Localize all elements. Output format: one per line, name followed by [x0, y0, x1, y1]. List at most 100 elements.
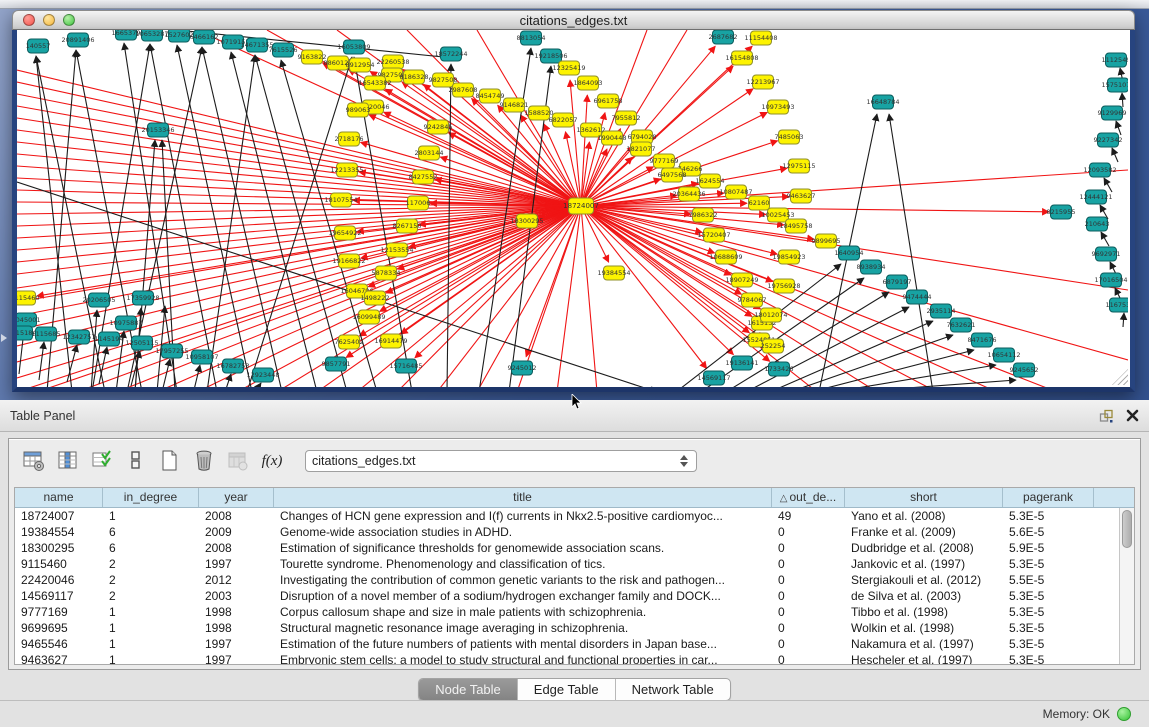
column-header-pagerank[interactable]: pagerank	[1003, 488, 1094, 507]
table-row[interactable]: 1456911722003Disruption of a novel membe…	[15, 588, 1119, 604]
column-header-short[interactable]: short	[845, 488, 1003, 507]
column-header-in_degree[interactable]: in_degree	[103, 488, 199, 507]
close-icon[interactable]	[1126, 409, 1139, 422]
table-cell: 1	[103, 604, 199, 620]
table-cell: 5.3E-5	[1003, 636, 1094, 652]
svg-text:19166822: 19166822	[332, 257, 365, 265]
table-cell: 5.3E-5	[1003, 588, 1094, 604]
sidebar-collapse-arrow-icon[interactable]	[1, 334, 7, 342]
table-selector-value: citations_edges.txt	[312, 454, 680, 468]
svg-text:9115460: 9115460	[17, 294, 39, 302]
float-window-icon[interactable]	[1099, 409, 1114, 423]
svg-text:9784067: 9784067	[738, 296, 767, 304]
new-column-icon[interactable]	[121, 446, 151, 476]
network-canvas[interactable]: 1405572089140616653791065328715276026466…	[12, 30, 1135, 392]
table-cell: 2012	[199, 572, 274, 588]
table-cell: 0	[772, 556, 845, 572]
table-cell: Changes of HCN gene expression and I(f) …	[274, 508, 772, 524]
memory-status-label: Memory: OK	[1043, 707, 1110, 721]
table-mode-icon[interactable]	[19, 446, 49, 476]
table-cell: 18300295	[15, 540, 103, 556]
table-cell: Investigating the contribution of common…	[274, 572, 772, 588]
table-cell: 22420046	[15, 572, 103, 588]
svg-text:9146821: 9146821	[500, 101, 529, 109]
table-row[interactable]: 2242004622012Investigating the contribut…	[15, 572, 1119, 588]
table-cell: 0	[772, 604, 845, 620]
table-row[interactable]: 977716911998Corpus callosum shape and si…	[15, 604, 1119, 620]
tab-network-table[interactable]: Network Table	[616, 679, 730, 700]
table-row[interactable]: 1938455462009Genome-wide association stu…	[15, 524, 1119, 540]
network-window-title: citations_edges.txt	[13, 13, 1134, 28]
table-row[interactable]: 911546021997Tourette syndrome. Phenomeno…	[15, 556, 1119, 572]
svg-text:140557: 140557	[26, 42, 51, 50]
network-window-titlebar[interactable]: citations_edges.txt	[12, 10, 1135, 30]
minimize-window-icon[interactable]	[43, 14, 55, 26]
table-panel-body: f(x) citations_edges.txt namein_degreeye…	[8, 438, 1141, 670]
table-cell: Stergiakouli et al. (2012)	[845, 572, 1003, 588]
table-row[interactable]: 1872400712008Changes of HCN gene express…	[15, 508, 1119, 524]
table-cell: 2008	[199, 540, 274, 556]
table-cell: 5.3E-5	[1003, 652, 1094, 664]
citation-network-graph[interactable]: 1405572089140616653791065328715276026466…	[17, 30, 1128, 392]
svg-text:18907249: 18907249	[725, 276, 758, 284]
scrollbar-thumb[interactable]	[1122, 510, 1132, 548]
column-header-title[interactable]: title	[274, 488, 772, 507]
svg-text:14569117: 14569117	[697, 374, 730, 382]
column-header-year[interactable]: year	[199, 488, 274, 507]
svg-text:10654112: 10654112	[987, 351, 1020, 359]
column-header-name[interactable]: name	[15, 488, 103, 507]
svg-text:9245012: 9245012	[508, 364, 537, 372]
svg-text:19136141: 19136141	[725, 359, 758, 367]
svg-text:19756928: 19756928	[767, 282, 800, 290]
network-window[interactable]: citations_edges.txt 14055720891406166537…	[12, 10, 1135, 392]
dropdown-stepper-icon	[680, 455, 690, 467]
tab-edge-table[interactable]: Edge Table	[518, 679, 616, 700]
vertical-scrollbar[interactable]	[1119, 508, 1134, 664]
delete-icon[interactable]	[189, 446, 219, 476]
table-cell: Estimation of significance thresholds fo…	[274, 540, 772, 556]
table-row[interactable]: 946554611997Estimation of the future num…	[15, 636, 1119, 652]
svg-text:2935114: 2935114	[927, 307, 956, 315]
table-cell: de Silva et al. (2003)	[845, 588, 1003, 604]
svg-text:6466162: 6466162	[190, 33, 219, 41]
zoom-window-icon[interactable]	[63, 14, 75, 26]
svg-text:20153346: 20153346	[141, 126, 174, 134]
svg-text:7625402: 7625402	[335, 338, 364, 346]
table-cell: 1997	[199, 556, 274, 572]
svg-text:10973493: 10973493	[761, 103, 794, 111]
close-window-icon[interactable]	[23, 14, 35, 26]
app-frame-top	[0, 0, 1149, 9]
table-cell: 2003	[199, 588, 274, 604]
table-cell: 1	[103, 508, 199, 524]
table-tabs: Node TableEdge TableNetwork Table	[0, 678, 1149, 701]
table-row[interactable]: 946362711997Embryonic stem cells: a mode…	[15, 652, 1119, 664]
svg-text:8813054: 8813054	[517, 34, 546, 42]
table-cell: 9463627	[15, 652, 103, 664]
svg-text:16099489: 16099489	[352, 313, 385, 321]
table-cell: 2009	[199, 524, 274, 540]
svg-text:18300295: 18300295	[510, 217, 543, 225]
table-row[interactable]: 969969511998Structural magnetic resonanc…	[15, 620, 1119, 636]
table-selector-dropdown[interactable]: citations_edges.txt	[305, 450, 697, 472]
svg-text:18495758: 18495758	[779, 222, 812, 230]
svg-text:210643: 210643	[1085, 220, 1110, 228]
table-cell: 9777169	[15, 604, 103, 620]
table-row[interactable]: 1830029562008Estimation of significance …	[15, 540, 1119, 556]
table-cell: 2008	[199, 508, 274, 524]
svg-text:1362612: 1362612	[577, 126, 606, 134]
show-column-icon[interactable]	[53, 446, 83, 476]
select-all-icon[interactable]	[87, 446, 117, 476]
svg-text:12505115: 12505115	[125, 339, 158, 347]
svg-text:15751074: 15751074	[1101, 81, 1128, 89]
svg-text:11154408: 11154408	[744, 34, 777, 42]
svg-text:19654922: 19654922	[328, 229, 361, 237]
table-cell: 0	[772, 652, 845, 664]
svg-text:2045001: 2045001	[17, 316, 40, 324]
svg-text:16154808: 16154808	[725, 54, 758, 62]
table-cell: 1998	[199, 620, 274, 636]
tab-node-table[interactable]: Node Table	[419, 679, 518, 700]
column-header-out_degree[interactable]: △out_de...	[772, 488, 845, 507]
memory-status-indicator[interactable]	[1117, 707, 1131, 721]
function-builder-icon[interactable]: f(x)	[257, 446, 287, 476]
new-table-icon[interactable]	[155, 446, 185, 476]
